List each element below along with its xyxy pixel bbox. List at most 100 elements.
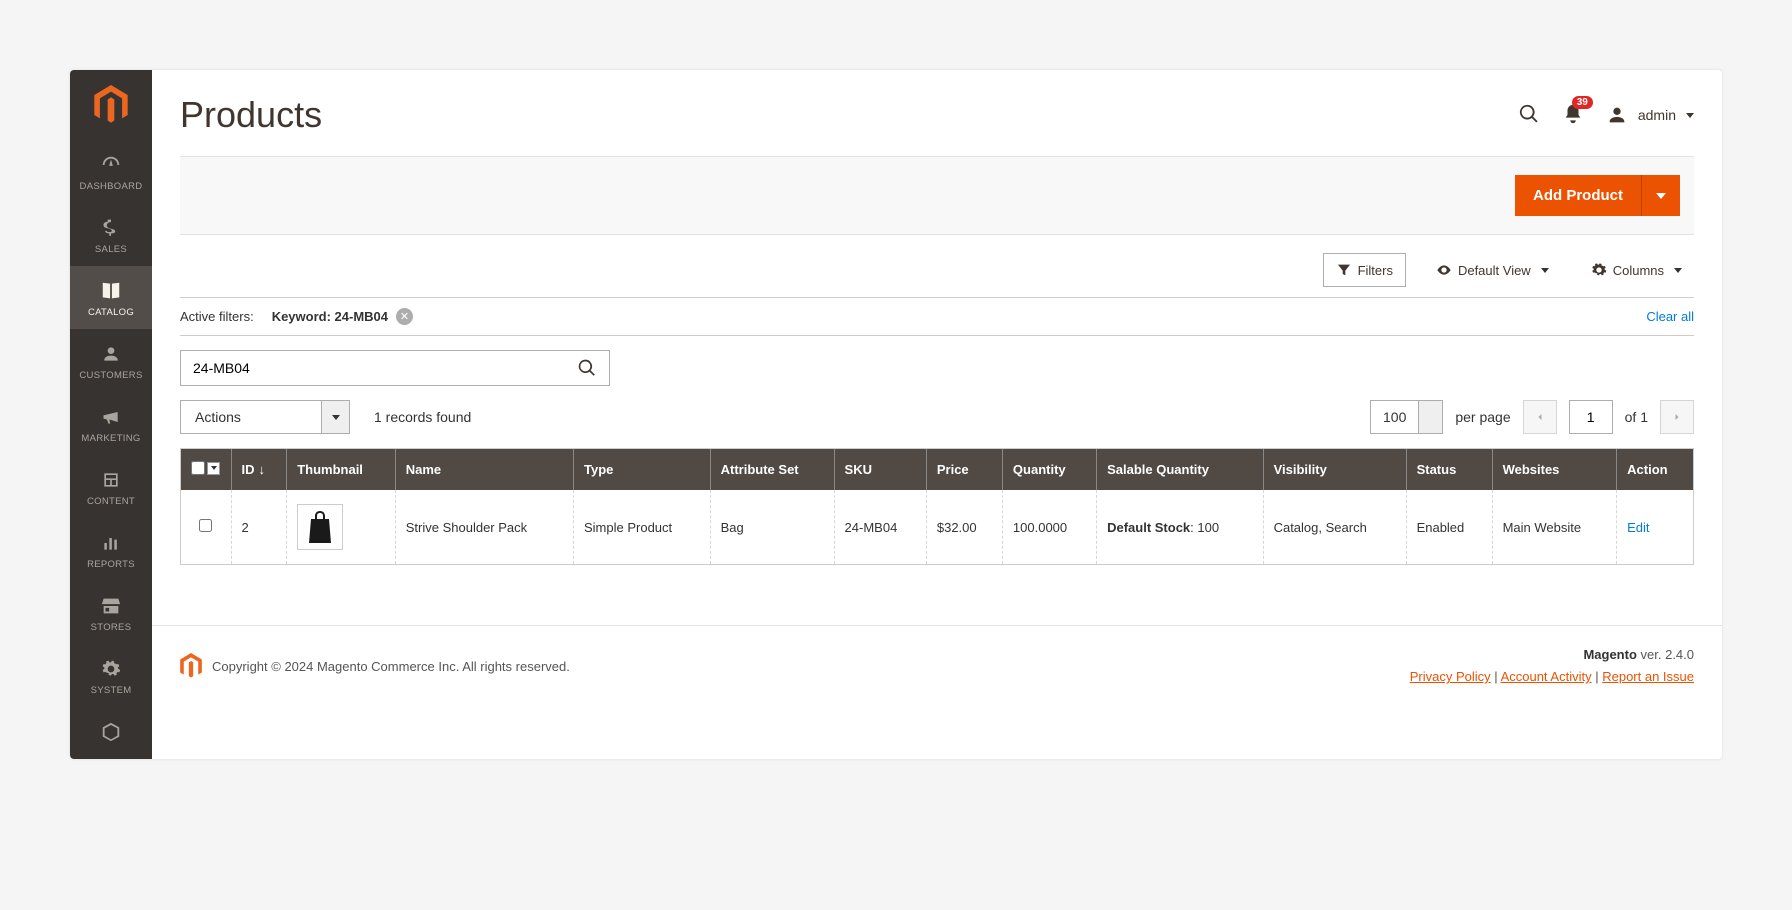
caret-down-icon: [1541, 268, 1549, 273]
header: Products 39 admin: [152, 70, 1722, 156]
page-of: of 1: [1625, 409, 1648, 425]
box-icon: [100, 720, 122, 744]
col-type[interactable]: Type: [574, 449, 711, 490]
next-page-button[interactable]: [1660, 400, 1694, 434]
report-link[interactable]: Report an Issue: [1602, 669, 1694, 684]
search-input[interactable]: [181, 351, 565, 385]
action-bar: Add Product: [180, 156, 1694, 235]
notifications-icon[interactable]: 39: [1562, 103, 1584, 128]
select-all-toggle[interactable]: [207, 462, 220, 475]
user-menu[interactable]: admin: [1606, 104, 1694, 126]
actions-label: Actions: [181, 401, 321, 433]
search-row: [180, 336, 1694, 400]
user-name: admin: [1638, 107, 1676, 123]
col-id[interactable]: ID↓: [231, 449, 287, 490]
actions-toggle[interactable]: [321, 401, 349, 433]
col-qty[interactable]: Quantity: [1002, 449, 1096, 490]
nav-dashboard[interactable]: Dashboard: [70, 140, 152, 203]
logo[interactable]: [70, 70, 152, 140]
cell-sku: 24-MB04: [834, 490, 926, 564]
product-thumbnail[interactable]: [297, 504, 343, 550]
select-all-checkbox[interactable]: [191, 461, 205, 475]
table-row[interactable]: 2 Strive Shoulder Pack Simple Product Ba…: [181, 490, 1693, 564]
col-attrset[interactable]: Attribute Set: [710, 449, 834, 490]
columns-button[interactable]: Columns: [1579, 254, 1694, 286]
triangle-down-icon: [1656, 193, 1666, 199]
footer: Copyright © 2024 Magento Commerce Inc. A…: [152, 625, 1722, 716]
actions-select[interactable]: Actions: [180, 400, 350, 434]
megaphone-icon: [101, 405, 121, 429]
nav-reports[interactable]: Reports: [70, 518, 152, 581]
header-tools: 39 admin: [1518, 103, 1694, 128]
nav-label: Marketing: [81, 433, 140, 444]
main: Products 39 admin Add Product: [152, 70, 1722, 759]
col-name[interactable]: Name: [395, 449, 573, 490]
cell-id: 2: [231, 490, 287, 564]
default-view-button[interactable]: Default View: [1424, 254, 1561, 286]
records-found: 1 records found: [374, 409, 471, 425]
columns-label: Columns: [1613, 263, 1664, 278]
gear-icon: [1591, 262, 1607, 278]
caret-down-icon: [1686, 113, 1694, 118]
edit-link[interactable]: Edit: [1627, 520, 1649, 535]
perpage-toggle[interactable]: [1418, 401, 1442, 433]
clear-all-button[interactable]: Clear all: [1646, 309, 1694, 324]
triangle-down-icon: [211, 466, 217, 470]
col-visibility[interactable]: Visibility: [1263, 449, 1406, 490]
col-price[interactable]: Price: [926, 449, 1002, 490]
nav-label: Sales: [95, 244, 127, 255]
page-input[interactable]: [1569, 400, 1613, 434]
chevron-right-icon: [1671, 411, 1683, 423]
nav-sales[interactable]: Sales: [70, 203, 152, 266]
nav-catalog[interactable]: Catalog: [70, 266, 152, 329]
table-header-row: ID↓ Thumbnail Name Type Attribute Set SK…: [181, 449, 1693, 490]
privacy-link[interactable]: Privacy Policy: [1410, 669, 1491, 684]
catalog-icon: [100, 279, 122, 303]
chevron-left-icon: [1534, 411, 1546, 423]
col-status[interactable]: Status: [1406, 449, 1492, 490]
page-title: Products: [180, 94, 322, 136]
nav-label: Stores: [91, 622, 132, 633]
add-product-button[interactable]: Add Product: [1515, 175, 1641, 216]
nav-marketing[interactable]: Marketing: [70, 392, 152, 455]
col-websites[interactable]: Websites: [1492, 449, 1617, 490]
col-thumbnail[interactable]: Thumbnail: [287, 449, 396, 490]
search-button[interactable]: [565, 351, 609, 385]
add-product-toggle[interactable]: [1641, 175, 1680, 216]
gear-icon: [101, 657, 121, 681]
copyright: Copyright © 2024 Magento Commerce Inc. A…: [212, 659, 570, 674]
nav-stores[interactable]: Stores: [70, 581, 152, 644]
search-icon[interactable]: [1518, 103, 1540, 128]
filters-button[interactable]: Filters: [1323, 253, 1406, 287]
cell-websites: Main Website: [1492, 490, 1617, 564]
col-sku[interactable]: SKU: [834, 449, 926, 490]
nav-system[interactable]: System: [70, 644, 152, 707]
prev-page-button[interactable]: [1523, 400, 1557, 434]
perpage-value: 100: [1371, 401, 1418, 433]
nav-customers[interactable]: Customers: [70, 329, 152, 392]
nav-label: Content: [87, 496, 135, 507]
default-view-label: Default View: [1458, 263, 1531, 278]
nav-extensions[interactable]: [70, 707, 152, 759]
activity-link[interactable]: Account Activity: [1501, 669, 1592, 684]
nav-label: Dashboard: [80, 181, 143, 192]
chart-icon: [101, 531, 121, 555]
store-icon: [100, 594, 122, 618]
dollar-icon: [101, 216, 121, 240]
col-salable[interactable]: Salable Quantity: [1097, 449, 1263, 490]
filter-key: Keyword:: [272, 309, 331, 324]
person-icon: [101, 342, 121, 366]
row-checkbox[interactable]: [199, 519, 212, 532]
cell-status: Enabled: [1406, 490, 1492, 564]
select-all[interactable]: [191, 461, 220, 475]
magento-label: Magento: [1583, 647, 1636, 662]
cell-qty: 100.0000: [1002, 490, 1096, 564]
active-filters: Active filters: Keyword: 24-MB04 ✕ Clear…: [180, 297, 1694, 336]
dashboard-icon: [100, 153, 122, 177]
col-action[interactable]: Action: [1617, 449, 1693, 490]
remove-filter-button[interactable]: ✕: [396, 308, 413, 325]
perpage-select[interactable]: 100: [1370, 400, 1443, 434]
triangle-down-icon: [332, 415, 340, 420]
caret-down-icon: [1674, 268, 1682, 273]
nav-content[interactable]: Content: [70, 455, 152, 518]
